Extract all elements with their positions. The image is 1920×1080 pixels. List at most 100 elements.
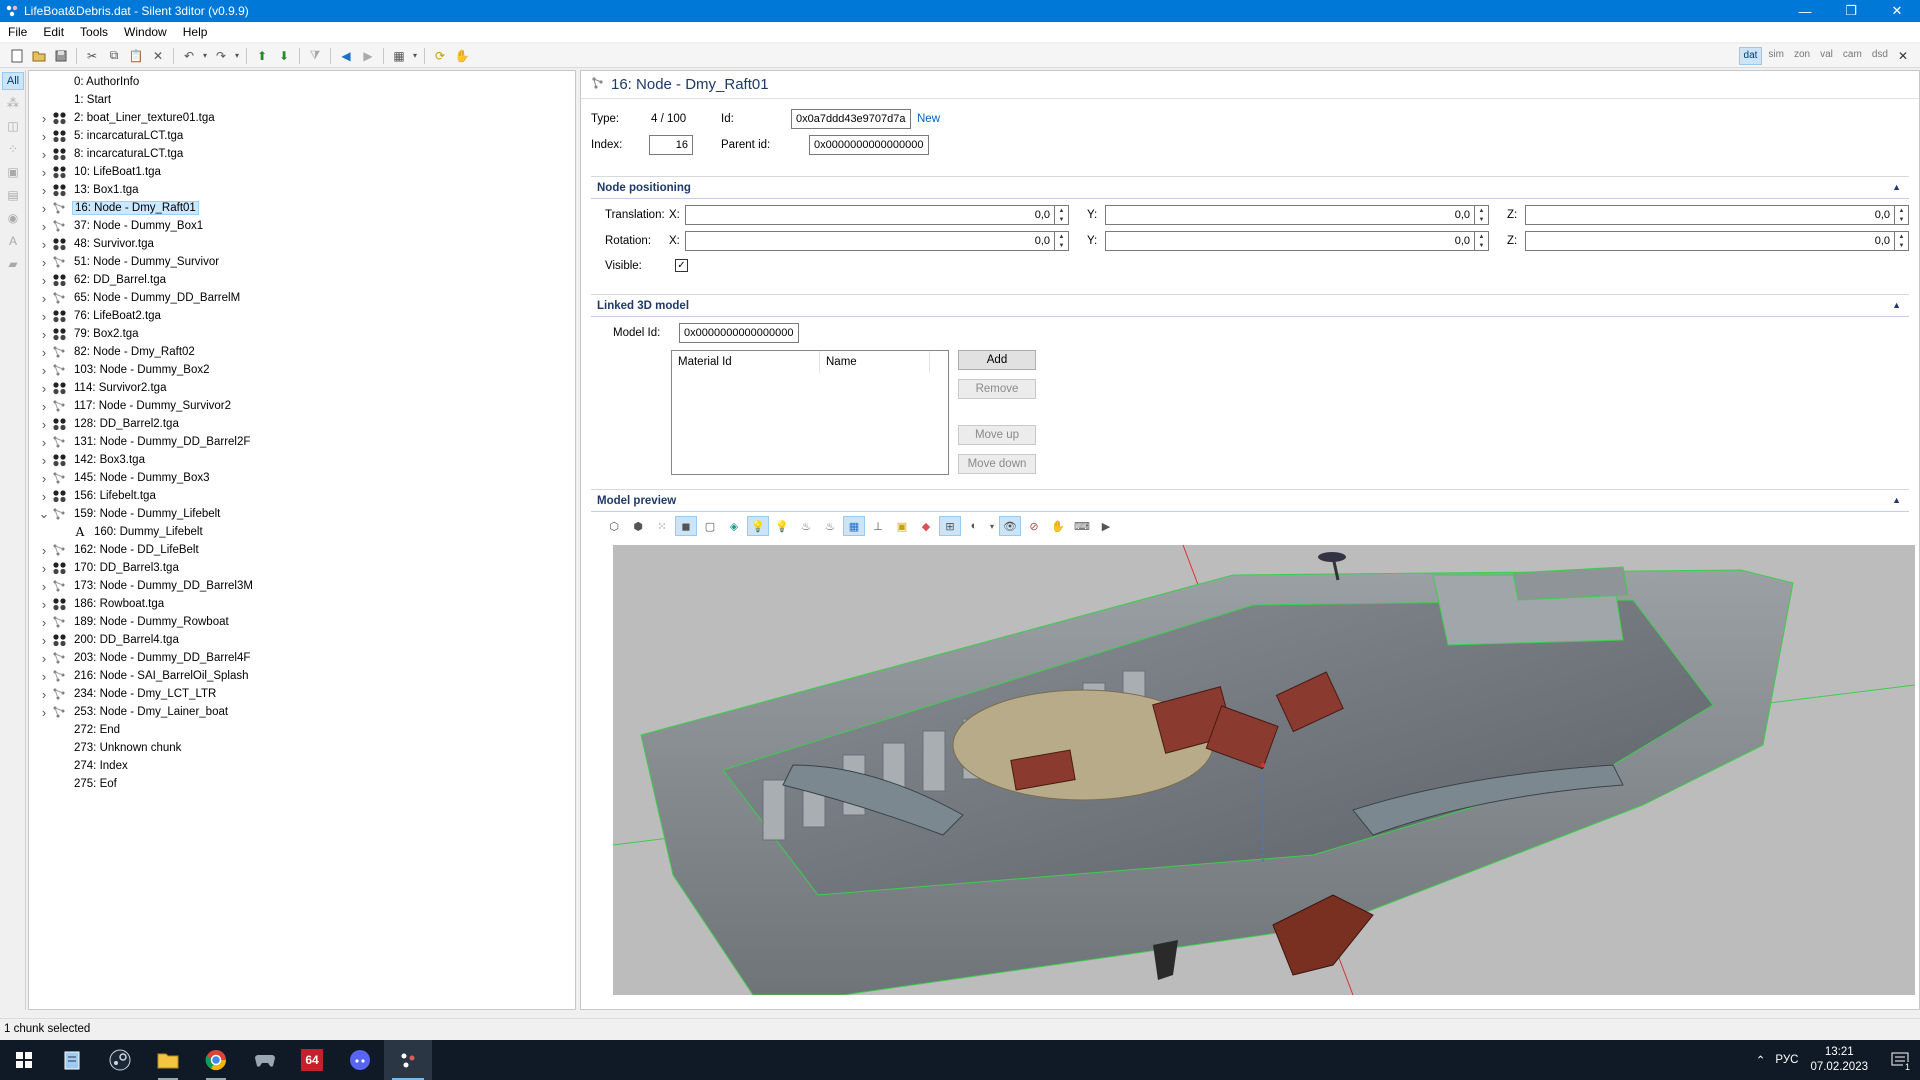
column-name[interactable]: Name (820, 351, 930, 373)
tree-item[interactable]: › 117: Node - Dummy_Survivor2 (29, 397, 575, 415)
remove-button[interactable]: Remove (958, 379, 1036, 399)
clock[interactable]: 13:21 07.02.2023 (1810, 1045, 1868, 1075)
chunk-tree[interactable]: 0: AuthorInfo 1: Start › 2: boat_Liner_text… (28, 70, 576, 1010)
parent-id-field[interactable]: 0x0000000000000000 (809, 135, 929, 155)
hand-icon[interactable]: ✋ (1047, 516, 1069, 536)
redo-icon[interactable]: ↷ (210, 46, 232, 66)
camera-icon[interactable]: ⌨ (1071, 516, 1093, 536)
expand-chevron-icon[interactable]: › (37, 255, 51, 270)
plugin-icon[interactable]: ✋ (451, 46, 473, 66)
plane-icon[interactable]: ◆ (915, 516, 937, 536)
index-field[interactable]: 16 (649, 135, 693, 155)
expand-chevron-icon[interactable]: › (37, 111, 51, 126)
mode-zon[interactable]: zon (1790, 47, 1814, 65)
delete-icon[interactable]: ✕ (147, 46, 169, 66)
save-icon[interactable] (50, 46, 72, 66)
expand-chevron-icon[interactable]: › (37, 633, 51, 648)
filter-model-icon[interactable]: ◫ (2, 115, 24, 137)
taskbar-notepad-icon[interactable] (48, 1040, 96, 1080)
tree-item[interactable]: › 13: Box1.tga (29, 181, 575, 199)
collapse-icon[interactable]: ▲ (1892, 300, 1901, 310)
tree-item[interactable]: › 173: Node - Dummy_DD_Barrel3M (29, 577, 575, 595)
filter-text-icon[interactable]: A (2, 230, 24, 252)
cut-icon[interactable]: ✂ (81, 46, 103, 66)
shaded-cube-icon[interactable]: ◼ (675, 516, 697, 536)
refresh-icon[interactable]: ⟳ (429, 46, 451, 66)
tree-item[interactable]: › 145: Node - Dummy_Box3 (29, 469, 575, 487)
background-icon[interactable]: ◐ (963, 516, 985, 536)
taskbar-explorer-icon[interactable] (144, 1040, 192, 1080)
filter-texture-icon[interactable]: ⁘ (2, 138, 24, 160)
texture-icon[interactable]: ◈ (723, 516, 745, 536)
expand-chevron-icon[interactable]: › (37, 597, 51, 612)
tree-item[interactable]: › 103: Node - Dummy_Box2 (29, 361, 575, 379)
filter-all-button[interactable]: All (2, 72, 24, 90)
translation-z-input[interactable]: 0,0 (1525, 205, 1895, 225)
notification-icon[interactable]: 1 (1880, 1040, 1920, 1080)
expand-chevron-icon[interactable]: › (37, 543, 51, 558)
tree-item[interactable]: › 114: Survivor2.tga (29, 379, 575, 397)
tree-item[interactable]: 0: AuthorInfo (29, 73, 575, 91)
expand-chevron-icon[interactable]: › (37, 435, 51, 450)
undo-icon[interactable]: ↶ (178, 46, 200, 66)
expand-chevron-icon[interactable]: › (37, 417, 51, 432)
filter-document-icon[interactable]: ▤ (2, 184, 24, 206)
open-folder-icon[interactable] (28, 46, 50, 66)
tree-item[interactable]: ⌄ 159: Node - Dummy_Lifebelt (29, 505, 575, 523)
collapse-icon[interactable]: ▲ (1892, 182, 1901, 192)
paste-icon[interactable]: 📋 (125, 46, 147, 66)
new-id-link[interactable]: New (917, 113, 940, 125)
menu-tools[interactable]: Tools (72, 25, 116, 39)
back-icon[interactable]: ◀ (335, 46, 357, 66)
forward-icon[interactable]: ▶ (357, 46, 379, 66)
tree-item[interactable]: › 79: Box2.tga (29, 325, 575, 343)
box-icon[interactable]: ▣ (891, 516, 913, 536)
tree-item[interactable]: › 253: Node - Dmy_Lainer_boat (29, 703, 575, 721)
mode-dat[interactable]: dat (1738, 47, 1763, 65)
model-id-field[interactable]: 0x0000000000000000 (679, 323, 799, 343)
expand-chevron-icon[interactable]: › (37, 453, 51, 468)
add-button[interactable]: Add (958, 350, 1036, 370)
rotation-x-input[interactable]: 0,0 (685, 231, 1055, 251)
solid-cube-icon[interactable]: ⬢ (627, 516, 649, 536)
tree-item[interactable]: › 216: Node - SAI_BarrelOil_Splash (29, 667, 575, 685)
tree-item[interactable]: › 170: DD_Barrel3.tga (29, 559, 575, 577)
material-table[interactable]: Material Id Name (671, 350, 949, 475)
language-indicator[interactable]: РУС (1775, 1054, 1798, 1066)
translation-y-input[interactable]: 0,0 (1105, 205, 1475, 225)
tree-item[interactable]: › 189: Node - Dummy_Rowboat (29, 613, 575, 631)
id-field[interactable]: 0x0a7ddd43e9707d7a (791, 109, 911, 129)
spinner-arrows[interactable]: ▲ ▼ (1055, 205, 1069, 225)
expand-chevron-icon[interactable]: › (37, 705, 51, 720)
light-2-icon[interactable]: 💡 (771, 516, 793, 536)
spinner-arrows[interactable]: ▲ ▼ (1475, 231, 1489, 251)
tree-item[interactable]: › 65: Node - Dummy_DD_BarrelM (29, 289, 575, 307)
expand-chevron-icon[interactable]: › (37, 669, 51, 684)
axes-icon[interactable]: ⊥ (867, 516, 889, 536)
translation-x-input[interactable]: 0,0 (685, 205, 1055, 225)
mode-dsd[interactable]: dsd (1868, 47, 1892, 65)
taskbar-gamepad-icon[interactable] (240, 1040, 288, 1080)
play-icon[interactable]: ▶ (1095, 516, 1117, 536)
expand-chevron-icon[interactable]: › (37, 687, 51, 702)
tree-item[interactable]: › 186: Rowboat.tga (29, 595, 575, 613)
expand-chevron-icon[interactable]: › (37, 651, 51, 666)
expand-chevron-icon[interactable]: › (37, 165, 51, 180)
filter-misc-icon[interactable]: ▰ (2, 253, 24, 275)
taskbar-chrome-icon[interactable] (192, 1040, 240, 1080)
rotation-y-input[interactable]: 0,0 (1105, 231, 1475, 251)
tree-item[interactable]: › 142: Box3.tga (29, 451, 575, 469)
spinner-arrows[interactable]: ▲ ▼ (1895, 205, 1909, 225)
tree-item[interactable]: › 2: boat_Liner_texture01.tga (29, 109, 575, 127)
new-file-icon[interactable] (6, 46, 28, 66)
expand-chevron-icon[interactable]: › (37, 237, 51, 252)
expand-chevron-icon[interactable]: › (37, 273, 51, 288)
expand-chevron-icon[interactable]: › (37, 327, 51, 342)
tree-item[interactable]: › 37: Node - Dummy_Box1 (29, 217, 575, 235)
menu-help[interactable]: Help (175, 25, 216, 39)
tray-chevron-icon[interactable]: ⌃ (1756, 1053, 1766, 1067)
restore-button[interactable]: ❐ (1828, 0, 1874, 22)
tree-item[interactable]: › 131: Node - Dummy_DD_Barrel2F (29, 433, 575, 451)
tree-item[interactable]: › 82: Node - Dmy_Raft02 (29, 343, 575, 361)
expand-chevron-icon[interactable]: › (37, 579, 51, 594)
